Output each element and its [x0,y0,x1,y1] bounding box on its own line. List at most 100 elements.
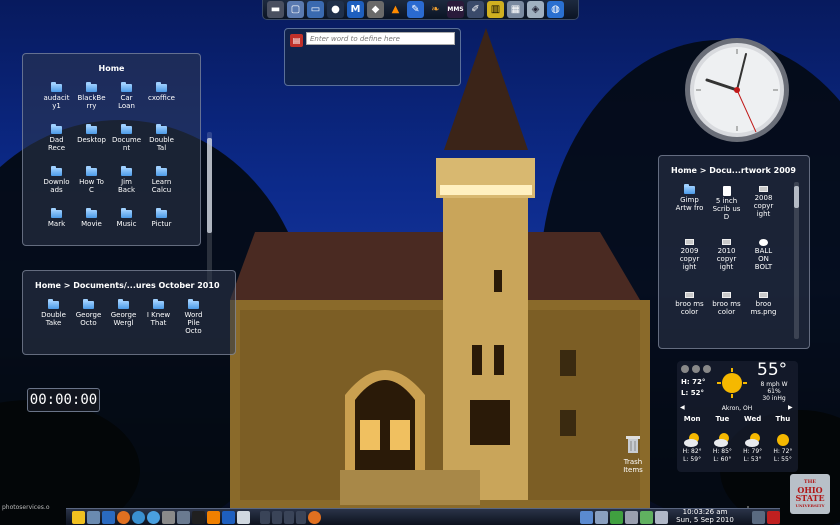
folder-item-label: How To C [79,178,104,194]
kde-menu-icon[interactable] [72,510,85,524]
trash-widget[interactable]: Trash Items [619,434,647,474]
window-icon[interactable]: ▢ [287,1,304,18]
folder-item[interactable]: 5 inch Scrib us D [708,186,745,239]
vlc-icon[interactable] [207,510,220,524]
globe-icon[interactable]: ◍ [547,1,564,18]
network-icon[interactable] [580,510,593,524]
folder-item[interactable]: Desktop [74,124,109,168]
folder-view-home: Home audacity1 BlackBerry Car Loan cxoffice… [22,53,212,284]
battery-icon[interactable] [640,510,653,524]
folder-item[interactable]: 2008 copyr ight [745,186,782,239]
mms-icon[interactable]: MMS [447,1,464,18]
notepad-icon[interactable] [237,510,250,524]
folder-grid: audacity1 BlackBerry Car Loan cxoffice Dad R… [39,82,179,252]
scrollbar[interactable] [794,182,799,339]
folder-item[interactable]: 2010 copyr ight [708,239,745,292]
folder-icon [51,82,62,92]
pager-desktop-icon[interactable] [260,510,270,524]
folder-item[interactable]: Gimp Artw fro [671,184,708,239]
forecast-days: Mon Tue Wed Thu [677,415,798,423]
dictionary-input[interactable] [306,32,455,45]
scrollbar[interactable] [207,132,212,284]
pressure: 30 inHg [762,395,786,402]
folder-item[interactable]: Dad Rece [39,124,74,168]
folder-item[interactable]: Car Loan [109,82,144,126]
refresh-icon[interactable] [703,365,711,373]
folder-icon [48,299,59,309]
weather-toolbar-icon[interactable] [681,365,689,373]
prev-location-arrow-icon[interactable]: ◀ [680,404,685,411]
folder-item[interactable]: Double Take [36,299,71,343]
weather-location: Akron, OH [721,405,753,412]
folder-item[interactable]: George Octo [71,299,106,343]
volume-icon[interactable] [595,510,608,524]
pager-desktop-icon[interactable] [272,510,282,524]
helmet-icon[interactable]: ◆ [367,1,384,18]
folder-item[interactable]: 2009 copyr ight [671,239,708,292]
logout-icon[interactable] [767,510,780,524]
folder-item-label: 5 inch Scrib us D [712,197,741,221]
folder-item[interactable]: audacity1 [39,82,74,126]
scroll-thumb[interactable] [794,186,799,208]
folder-item[interactable]: Mark [39,208,74,252]
cloudy-sun-icon [744,433,760,447]
planet-icon[interactable]: ● [327,1,344,18]
folder-view-title: Home [98,64,125,73]
tools-icon[interactable] [162,510,175,524]
folder-item[interactable]: broo ms color [708,292,745,345]
folder-item[interactable]: George Wergl [106,299,141,343]
folder-item[interactable]: Word Pile Octo [176,299,211,343]
folder-item[interactable]: BlackBerry [74,82,109,126]
m-app-icon[interactable] [222,510,235,524]
folder-item[interactable]: I Knew That [141,299,176,343]
notepad-icon[interactable]: ✐ [467,1,484,18]
globe-icon[interactable] [147,510,160,524]
folder-item[interactable]: Music [109,208,144,252]
email-icon[interactable] [102,510,115,524]
next-location-arrow-icon[interactable]: ▶ [788,404,793,411]
folder-item[interactable]: Movie [74,208,109,252]
forecast-row: H: 82° L: 59° H: 85° L: 60° H: 79° L: 53° H: 7… [677,432,798,464]
timer-display[interactable]: 00:00:00 [27,388,100,412]
pager-desktop-icon[interactable] [296,510,306,524]
folder-item[interactable]: broo ms.png [745,292,782,345]
folder-item[interactable]: Double Tal [144,124,179,168]
show-desktop-icon[interactable] [752,510,765,524]
folder-item[interactable]: cxoffice [144,82,179,126]
pager-desktop-icon[interactable] [284,510,294,524]
folder-item[interactable]: BALL ON BOLT [745,239,782,292]
folder-item[interactable]: broo ms color [671,292,708,345]
drive-icon[interactable]: ▬ [267,1,284,18]
terminal-icon[interactable] [192,510,205,524]
folder-item-label: Music [116,220,137,228]
firefox-icon[interactable] [117,510,130,524]
folder-item[interactable]: Document [109,124,144,168]
folder-item[interactable]: Pictur [144,208,179,252]
computer-icon[interactable] [87,510,100,524]
update-icon[interactable] [610,510,623,524]
m-app-icon[interactable]: M [347,1,364,18]
feather-icon[interactable]: ❧ [427,1,444,18]
info-icon[interactable] [692,365,700,373]
folder-view-artwork: Home > Docu...rtwork 2009 Gimp Artw fro 5… [658,155,810,349]
folder-icon [121,166,132,176]
chat-icon[interactable] [132,510,145,524]
scroll-thumb[interactable] [207,138,212,233]
panel-clock[interactable]: 10:03:26 am Sun, 5 Sep 2010 [670,508,740,524]
folder-item[interactable]: How To C [74,166,109,210]
vlc-icon[interactable]: ▲ [387,1,404,18]
folder-item[interactable]: Downloads [39,166,74,210]
folder-item-label: 2008 copyr ight [753,194,774,218]
cube-icon[interactable]: ◈ [527,1,544,18]
monitor-icon[interactable]: ▭ [307,1,324,18]
film-icon[interactable]: ▥ [487,1,504,18]
settings-icon[interactable] [177,510,190,524]
notification-icon[interactable] [655,510,668,524]
clipboard-icon[interactable] [625,510,638,524]
pen-icon[interactable]: ✎ [407,1,424,18]
folder-item-label: Jim Back [118,178,135,194]
calculator-icon[interactable]: ▦ [507,1,524,18]
folder-item[interactable]: Learn Calcu [144,166,179,210]
taskbar-firefox-icon[interactable] [308,510,321,524]
folder-item[interactable]: Jim Back [109,166,144,210]
